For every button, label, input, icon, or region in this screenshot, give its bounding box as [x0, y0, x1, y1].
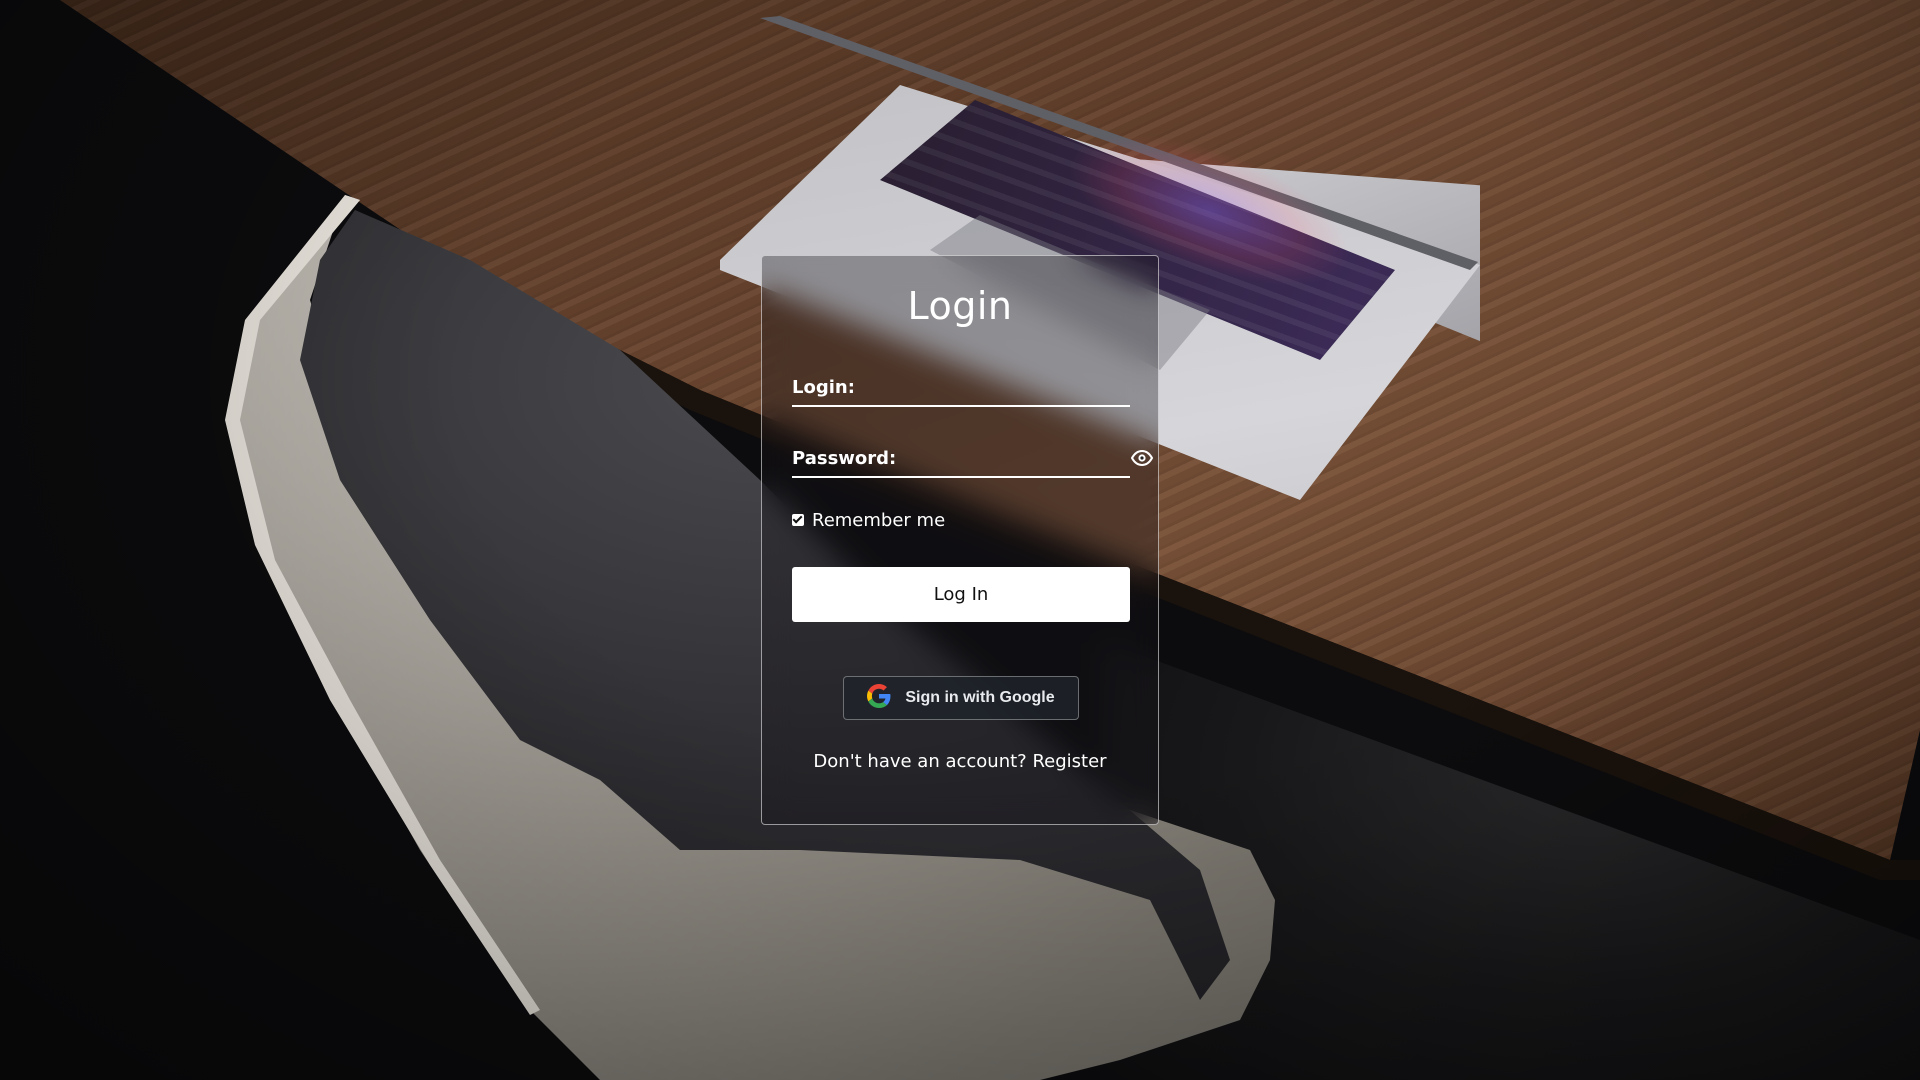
register-link[interactable]: Register	[1032, 751, 1106, 772]
login-input[interactable]	[792, 369, 1130, 405]
login-title: Login	[907, 284, 1013, 328]
login-field[interactable]: Login:	[792, 369, 1130, 407]
register-prompt-text: Don't have an account?	[813, 751, 1027, 772]
eye-icon[interactable]	[1130, 446, 1154, 470]
google-sign-in-button[interactable]: Sign in with Google	[843, 676, 1079, 720]
register-prompt: Don't have an account? Register	[762, 751, 1158, 772]
log-in-button[interactable]: Log In	[792, 567, 1130, 622]
login-card: Login Login: Password: Remember me Log I…	[761, 255, 1159, 825]
remember-me-checkbox[interactable]	[792, 514, 804, 526]
remember-me[interactable]: Remember me	[792, 509, 945, 531]
google-logo-icon	[867, 684, 891, 712]
password-input[interactable]	[792, 440, 1130, 476]
password-field[interactable]: Password:	[792, 440, 1130, 478]
google-button-label: Sign in with Google	[905, 689, 1055, 706]
remember-me-label: Remember me	[812, 509, 946, 531]
